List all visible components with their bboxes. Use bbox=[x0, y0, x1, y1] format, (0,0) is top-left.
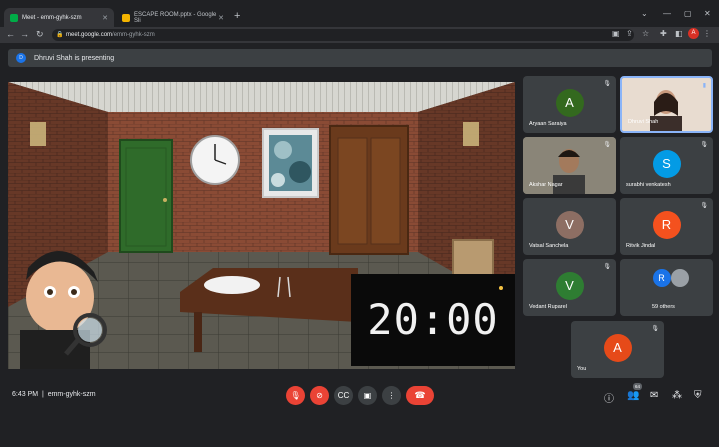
tab-meet[interactable]: Meet - emm-gyhk-szm ✕ bbox=[4, 8, 114, 27]
countdown-timer: 20:00 bbox=[351, 274, 515, 366]
slides-favicon-icon bbox=[122, 13, 130, 22]
mic-muted-icon: 🎙 bbox=[603, 264, 611, 270]
participant-name: Vatsal Sanchela bbox=[529, 243, 569, 249]
tab-title: ESCAPE ROOM.pptx - Google Sli bbox=[134, 11, 217, 24]
back-arrow-icon[interactable]: ← bbox=[6, 29, 15, 39]
url-bar[interactable]: 🔒 meet.google.com/emm-gyhk-szm bbox=[52, 29, 634, 41]
new-tab-button[interactable]: + bbox=[234, 10, 240, 22]
reload-icon[interactable]: ↻ bbox=[36, 29, 44, 40]
avatar: S bbox=[652, 150, 681, 178]
side-panel-icon[interactable]: ◧ bbox=[675, 29, 683, 38]
mic-muted-icon: 🎙 bbox=[700, 203, 708, 209]
participant-tile[interactable]: 🎙 V Vedant Ruparel bbox=[523, 259, 616, 316]
present-button[interactable]: ▣ bbox=[358, 386, 377, 405]
url-host: meet.google.com bbox=[66, 32, 113, 38]
presentation-stage: 20:00 bbox=[8, 82, 515, 369]
chat-button[interactable]: ✉ bbox=[650, 390, 658, 401]
others-count: 59 others bbox=[652, 304, 675, 310]
participant-name: Vedant Ruparel bbox=[529, 304, 567, 310]
meeting-code: emm-gyhk-szm bbox=[47, 391, 96, 398]
camera-off-icon: ⊘ bbox=[316, 391, 323, 400]
tab-slides[interactable]: ESCAPE ROOM.pptx - Google Sli ✕ bbox=[116, 8, 230, 27]
tab-title: Meet - emm-gyhk-szm bbox=[22, 14, 82, 21]
more-vert-icon: ⋮ bbox=[387, 391, 396, 400]
extensions-puzzle-icon[interactable]: ✚ bbox=[660, 29, 667, 38]
participant-tile[interactable]: 🎙 S surabhi venkatesh bbox=[620, 137, 713, 194]
maximize-button[interactable]: ▢ bbox=[684, 9, 692, 18]
close-tab-icon[interactable]: ✕ bbox=[102, 14, 108, 22]
avatar: R bbox=[652, 211, 681, 239]
url-path: /emm-gyhk-szm bbox=[112, 32, 155, 38]
camera-indicator-icon[interactable]: ▣ bbox=[612, 29, 620, 38]
avatar: R bbox=[652, 269, 671, 287]
presenting-banner: D Dhruvi Shah is presenting bbox=[8, 49, 712, 67]
browser-tab-strip: Meet - emm-gyhk-szm ✕ ESCAPE ROOM.pptx -… bbox=[0, 0, 719, 27]
mic-off-icon: 🎙 bbox=[290, 391, 301, 400]
mic-off-button[interactable]: 🎙 bbox=[286, 386, 305, 405]
timer-indicator-dot bbox=[499, 286, 503, 290]
profile-avatar[interactable]: A bbox=[688, 28, 699, 39]
others-tile[interactable]: R 59 others bbox=[620, 259, 713, 316]
participant-tile[interactable]: V Vatsal Sanchela bbox=[523, 198, 616, 255]
close-tab-icon[interactable]: ✕ bbox=[218, 14, 224, 22]
bookmark-star-icon[interactable]: ☆ bbox=[642, 29, 649, 38]
participant-tile-active-speaker[interactable]: ▮ Dhruvi Shah bbox=[620, 76, 713, 133]
timer-digits: 20:00 bbox=[367, 295, 499, 344]
participant-name: Aryaan Saraiya bbox=[529, 121, 567, 127]
participant-name: Ritvik Jindal bbox=[626, 243, 656, 249]
meeting-details-button[interactable]: ⓘ bbox=[604, 390, 614, 405]
participant-name: You bbox=[577, 366, 587, 372]
browser-toolbar: ← → ↻ 🔒 meet.google.com/emm-gyhk-szm ▣ ⇪… bbox=[0, 27, 719, 43]
share-icon[interactable]: ⇪ bbox=[626, 29, 633, 38]
mic-muted-icon: 🎙 bbox=[651, 326, 659, 332]
participant-tile[interactable]: 🎙 A Aryaan Saraiya bbox=[523, 76, 616, 133]
meet-favicon-icon bbox=[10, 13, 18, 22]
participant-tile[interactable]: 🎙 Akshar Nagar bbox=[523, 137, 616, 194]
forward-arrow-icon[interactable]: → bbox=[20, 29, 29, 39]
participant-name: surabhi venkatesh bbox=[626, 182, 671, 188]
activities-button[interactable]: ⁂ bbox=[672, 390, 682, 401]
people-button[interactable]: 👥 bbox=[627, 390, 639, 401]
avatar-stack bbox=[671, 269, 689, 287]
speaking-indicator-icon: ▮ bbox=[702, 83, 706, 89]
participant-name: Dhruvi Shah bbox=[628, 119, 659, 125]
avatar: A bbox=[603, 334, 632, 362]
avatar: V bbox=[555, 272, 584, 300]
chrome-menu-icon[interactable]: ⋮ bbox=[703, 29, 711, 38]
phone-hangup-icon: ☎ bbox=[414, 390, 426, 400]
meeting-clock: 6:43 PM | emm-gyhk-szm bbox=[12, 391, 96, 398]
host-controls-button[interactable]: ⛨ bbox=[694, 390, 702, 401]
tab-search-icon[interactable]: ⌄ bbox=[641, 9, 648, 18]
captions-icon: CC bbox=[337, 391, 350, 400]
leave-call-button[interactable]: ☎ bbox=[406, 386, 434, 405]
mic-muted-icon: 🎙 bbox=[700, 142, 708, 148]
more-options-button[interactable]: ⋮ bbox=[382, 386, 401, 405]
presenter-avatar: D bbox=[16, 53, 26, 63]
camera-off-button[interactable]: ⊘ bbox=[310, 386, 329, 405]
people-count-badge: 64 bbox=[633, 383, 642, 390]
meeting-controls-bar: 6:43 PM | emm-gyhk-szm 🎙 ⊘ CC ▣ ⋮ ☎ ⓘ 👥 … bbox=[0, 380, 719, 410]
participant-name: Akshar Nagar bbox=[529, 182, 563, 188]
captions-button[interactable]: CC bbox=[334, 386, 353, 405]
minimize-button[interactable]: — bbox=[663, 9, 671, 18]
mic-muted-icon: 🎙 bbox=[603, 142, 611, 148]
close-window-button[interactable]: ✕ bbox=[704, 9, 711, 18]
presenting-text: Dhruvi Shah is presenting bbox=[34, 54, 115, 62]
mic-muted-icon: 🎙 bbox=[603, 81, 611, 87]
lock-icon: 🔒 bbox=[56, 32, 64, 38]
present-icon: ▣ bbox=[363, 391, 372, 400]
avatar: A bbox=[555, 89, 584, 117]
participant-tile[interactable]: 🎙 R Ritvik Jindal bbox=[620, 198, 713, 255]
avatar: V bbox=[555, 211, 584, 239]
self-tile[interactable]: 🎙 A You bbox=[571, 321, 664, 378]
